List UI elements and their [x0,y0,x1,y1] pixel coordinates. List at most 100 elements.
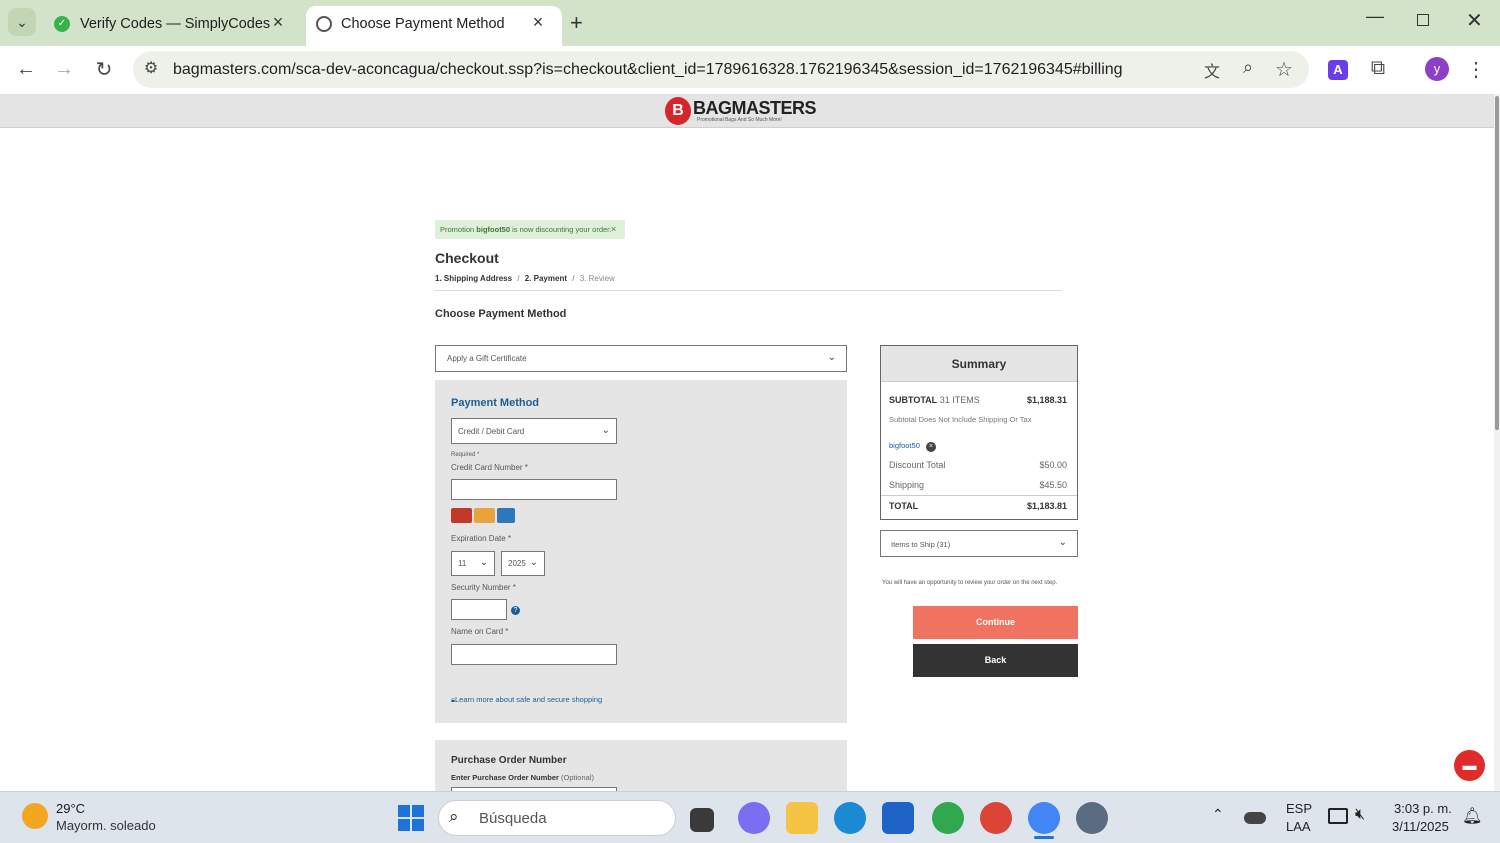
chevron-down-icon: ⌄ [827,352,836,363]
taskbar-search[interactable]: ⌕ Búsqueda [438,800,676,836]
chat-widget-icon[interactable]: ▬ [1454,750,1485,781]
clock-date[interactable]: 3/11/2025 [1392,819,1449,834]
profile-avatar[interactable]: y [1425,57,1449,81]
review-note: You will have an opportunity to review y… [882,580,1058,586]
reload-icon[interactable]: ↻ [90,57,118,82]
chrome-profile-2-icon[interactable] [980,802,1012,834]
payment-method-select[interactable]: Credit / Debit Card ⌄ [451,418,617,444]
po-label-text: Enter Purchase Order Number [451,773,559,782]
exp-year-value: 2025 [508,559,526,568]
tab-search-button[interactable]: ⌄ [8,8,36,36]
tab-choose-payment[interactable]: Choose Payment Method × [306,6,562,46]
network-icon[interactable] [1328,808,1348,824]
edge-icon[interactable] [834,802,866,834]
promo-banner: Promotion bigfoot50 is now discounting y… [435,220,625,239]
payment-method-title: Payment Method [451,397,540,409]
step-payment: 2. Payment [524,274,567,283]
step-separator: / [517,274,520,283]
mastercard-icon [451,508,472,523]
chrome-profile-1-icon[interactable] [932,802,964,834]
remove-promo-icon[interactable]: × [925,442,936,452]
bookmark-star-icon[interactable]: ☆ [1270,57,1298,82]
promo-code-text: bigfoot50 [889,441,920,450]
translate-icon[interactable]: 文 [1198,58,1226,82]
name-on-card-input[interactable] [451,644,617,665]
promo-close-icon[interactable]: × [611,224,616,234]
windows-start-icon[interactable] [398,805,424,831]
divider [435,290,1061,291]
restore-icon[interactable] [1417,14,1429,26]
exp-year-select[interactable]: 2025 ⌄ [501,551,545,576]
search-placeholder: Búsqueda [479,810,547,827]
step-shipping[interactable]: 1. Shipping Address [435,274,512,283]
required-note: Required * [451,452,480,458]
exp-month-select[interactable]: 11 ⌄ [451,551,495,576]
forward-icon[interactable]: → [50,58,78,81]
copilot-icon[interactable] [738,802,770,834]
store-icon[interactable] [882,802,914,834]
url-text[interactable]: bagmasters.com/sca-dev-aconcagua/checkou… [173,61,1123,79]
security-number-input[interactable] [451,599,507,620]
tray-overflow-icon[interactable]: ⌃ [1212,806,1224,823]
back-button[interactable]: Back [913,644,1078,677]
globe-icon [316,16,332,32]
security-label: Security Number * [451,583,516,592]
site-info-icon[interactable]: ⚙ [137,58,165,78]
search-icon: ⌕ [449,807,459,826]
card-number-input[interactable] [451,479,617,500]
exp-month-value: 11 [458,559,467,568]
minimize-icon[interactable]: — [1366,6,1384,27]
new-tab-button[interactable]: + [570,10,583,36]
tab-title: Verify Codes — SimplyCodes [80,16,271,32]
site-logo[interactable]: B BAGMASTERS Promotional Bags And So Muc… [665,97,817,127]
chevron-down-icon: ⌄ [601,425,610,436]
weather-text[interactable]: Mayorm. soleado [56,818,156,833]
help-icon[interactable]: ? [511,606,520,615]
chrome-profile-3-icon[interactable] [1028,802,1060,834]
expiration-label: Expiration Date * [451,534,512,543]
subtotal-note: Subtotal Does Not Include Shipping Or Ta… [889,415,1032,424]
clock-time[interactable]: 3:03 p. m. [1394,801,1452,816]
chevron-down-icon: ⌄ [529,557,538,568]
extensions-puzzle-icon[interactable]: ⧉ [1364,57,1392,80]
continue-button[interactable]: Continue [913,606,1078,639]
onedrive-icon[interactable] [1244,812,1266,824]
weather-icon[interactable] [22,803,48,829]
card-brand-icons [451,508,515,524]
total-divider [881,495,1077,496]
logo-mark-icon: B [665,97,691,125]
step-separator: / [572,274,575,283]
gift-certificate-toggle[interactable]: Apply a Gift Certificate ⌄ [435,345,847,372]
payment-method-value: Credit / Debit Card [458,427,525,436]
back-icon[interactable]: ← [12,58,40,81]
close-tab-icon[interactable]: × [528,12,548,33]
items-to-ship-toggle[interactable]: Items to Ship (31) ⌄ [880,530,1078,557]
tool-app-icon[interactable] [1076,802,1108,834]
shipping-label: Shipping [889,480,925,490]
zoom-icon[interactable]: ⌕ [1234,57,1262,78]
file-explorer-icon[interactable] [786,802,818,834]
volume-muted-icon[interactable]: 🔇︎ [1355,806,1365,824]
menu-icon[interactable]: ⋮ [1462,57,1490,82]
total-value: $1,183.81 [1026,501,1067,511]
task-view-icon[interactable] [690,808,714,832]
subtotal-value: $1,188.31 [1026,395,1067,405]
secure-link-text: Learn more about safe and secure shoppin… [455,695,603,704]
purchase-order-label: Enter Purchase Order Number (Optional) [451,773,594,782]
scrollbar-thumb[interactable] [1495,96,1499,430]
temperature[interactable]: 29°C [56,801,85,816]
card-number-label: Credit Card Number * [451,463,528,472]
language-bottom[interactable]: LAA [1286,819,1311,834]
notifications-icon[interactable]: 🔔︎ [1462,806,1482,826]
secure-shopping-link[interactable]: 🔒︎Learn more about safe and secure shopp… [451,695,602,705]
tab-simplycodes[interactable]: ✓ Verify Codes — SimplyCodes × [44,6,302,46]
close-window-icon[interactable]: ✕ [1466,8,1483,33]
language-top[interactable]: ESP [1286,801,1312,816]
close-tab-icon[interactable]: × [268,12,288,33]
discount-label: Discount Total [889,460,946,470]
applied-promo-code: bigfoot50 × [889,441,936,452]
extension-icon[interactable]: A [1328,60,1348,80]
promo-code: bigfoot50 [476,225,511,234]
items-to-ship-label: Items to Ship (31) [891,540,951,549]
discount-value: $50.00 [1039,460,1067,470]
